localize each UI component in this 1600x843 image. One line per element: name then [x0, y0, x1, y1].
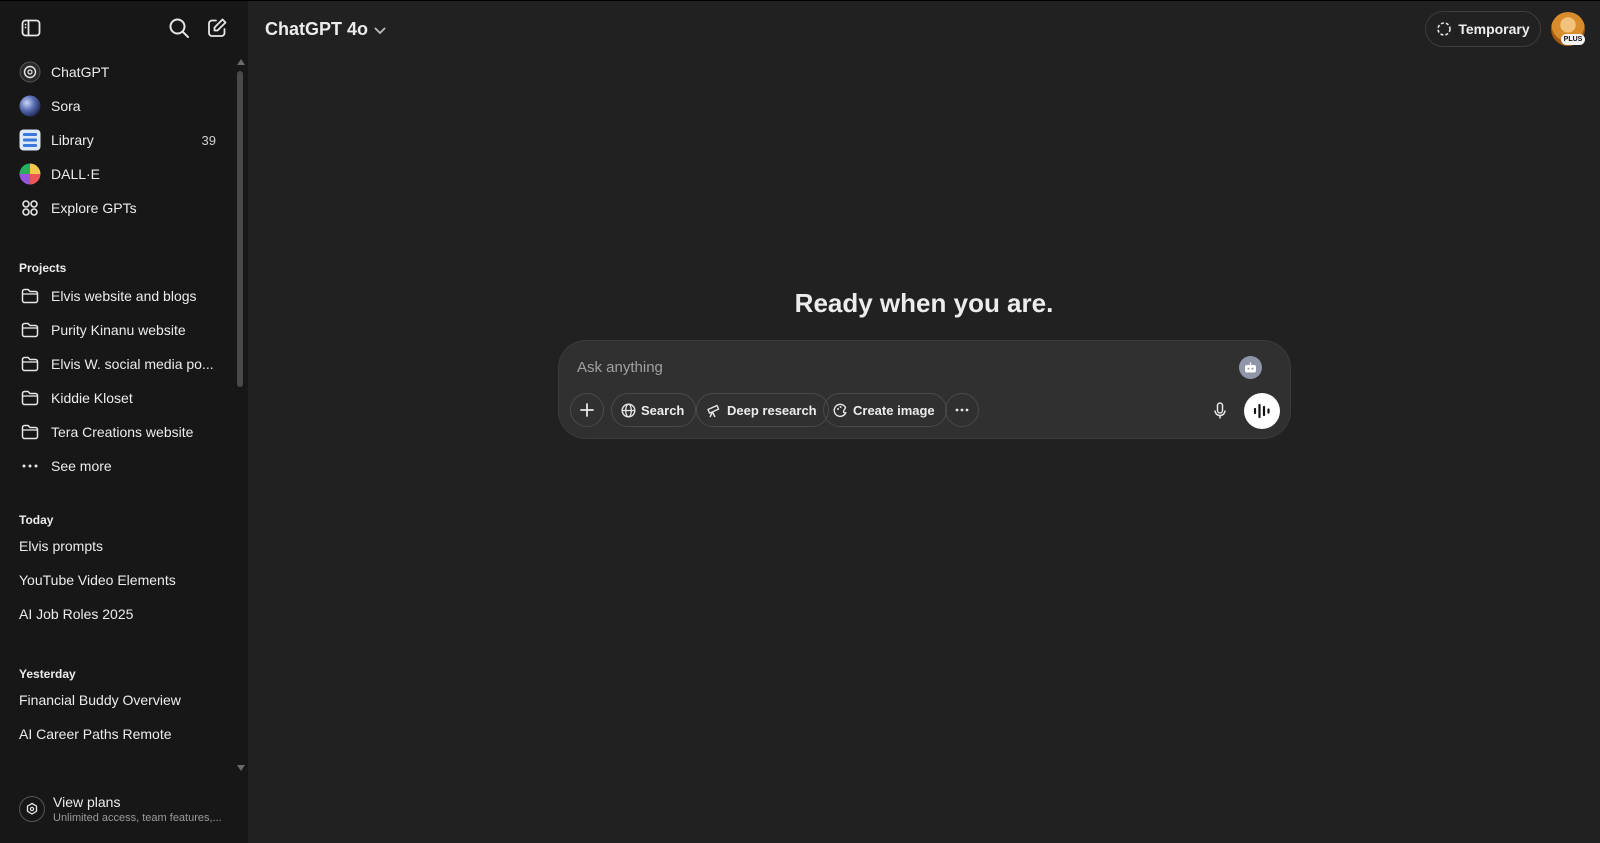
- sora-icon: [19, 95, 41, 117]
- project-label: Elvis W. social media po...: [51, 356, 214, 372]
- deep-research-label: Deep research: [727, 402, 817, 418]
- project-label: Purity Kinanu website: [51, 322, 186, 338]
- chatgpt-logo-icon: [19, 61, 41, 83]
- sidebar-item-chatgpt[interactable]: ChatGPT: [8, 56, 224, 88]
- toggle-sidebar-icon[interactable]: [15, 12, 47, 44]
- chat-history-item[interactable]: YouTube Video Elements: [8, 564, 224, 596]
- project-item[interactable]: Purity Kinanu website: [8, 314, 224, 346]
- yesterday-heading: Yesterday: [19, 667, 76, 681]
- library-icon: [19, 129, 41, 151]
- sidebar-item-label: Explore GPTs: [51, 200, 137, 216]
- bot-icon[interactable]: [1239, 356, 1262, 379]
- search-icon[interactable]: [163, 12, 195, 44]
- sidebar-item-label: ChatGPT: [51, 64, 110, 80]
- project-item[interactable]: Tera Creations website: [8, 416, 224, 448]
- dalle-icon: [19, 163, 41, 185]
- search-tool-button[interactable]: Search: [611, 393, 697, 427]
- sidebar-item-label: Sora: [51, 98, 81, 114]
- chat-history-item[interactable]: Financial Buddy Overview: [8, 684, 224, 716]
- model-name: ChatGPT 4o: [265, 18, 369, 39]
- folder-icon: [19, 421, 41, 443]
- upgrade-icon: [19, 796, 45, 822]
- sidebar-scrollbar-thumb[interactable]: [237, 71, 243, 387]
- sidebar-item-label: Library: [51, 132, 94, 148]
- plan-badge: PLUS: [1561, 34, 1585, 45]
- project-item[interactable]: Kiddie Kloset: [8, 382, 224, 414]
- temporary-chat-button[interactable]: Temporary: [1425, 11, 1541, 47]
- sidebar: ChatGPT Sora Library 39 DALL·E Explore G…: [0, 0, 248, 843]
- project-label: Tera Creations website: [51, 424, 194, 440]
- chat-history-item[interactable]: AI Career Paths Remote: [8, 718, 224, 750]
- view-plans-title: View plans: [53, 794, 121, 810]
- create-image-label: Create image: [853, 402, 935, 418]
- sidebar-item-label: DALL·E: [51, 166, 101, 182]
- create-image-button[interactable]: Create image: [823, 393, 947, 427]
- search-tool-label: Search: [641, 402, 685, 418]
- folder-icon: [19, 319, 41, 341]
- voice-waveform-icon: [1253, 403, 1270, 419]
- see-more-label: See more: [51, 458, 112, 474]
- library-count-badge: 39: [201, 132, 216, 148]
- main-panel: ChatGPT 4o Temporary PLUS Ready when you…: [248, 0, 1600, 843]
- deep-research-button[interactable]: Deep research: [696, 393, 829, 427]
- chevron-down-icon: [374, 19, 386, 40]
- sidebar-item-explore-gpts[interactable]: Explore GPTs: [8, 192, 224, 224]
- microphone-icon: [1214, 402, 1226, 419]
- projects-heading: Projects: [19, 261, 67, 275]
- project-label: Kiddie Kloset: [51, 390, 133, 406]
- voice-mode-button[interactable]: [1244, 393, 1280, 429]
- more-horizontal-icon: [19, 455, 41, 477]
- project-item[interactable]: Elvis website and blogs: [8, 280, 224, 312]
- telescope-icon: [706, 403, 722, 418]
- scroll-up-arrow-icon[interactable]: [237, 59, 245, 65]
- palette-icon: [833, 403, 848, 418]
- folder-icon: [19, 353, 41, 375]
- more-horizontal-icon: [955, 408, 969, 412]
- sidebar-item-dalle[interactable]: DALL·E: [8, 158, 224, 190]
- sidebar-scroll-area[interactable]: ChatGPT Sora Library 39 DALL·E Explore G…: [0, 55, 240, 775]
- sidebar-item-library[interactable]: Library 39: [8, 124, 224, 156]
- prompt-input[interactable]: [577, 355, 1217, 379]
- chat-history-item[interactable]: AI Job Roles 2025: [8, 598, 224, 630]
- more-tools-button[interactable]: [945, 393, 979, 427]
- temporary-label: Temporary: [1458, 21, 1530, 37]
- new-chat-icon[interactable]: [201, 12, 233, 44]
- sidebar-header: [0, 1, 248, 55]
- model-selector[interactable]: ChatGPT 4o: [265, 15, 386, 43]
- folder-icon: [19, 387, 41, 409]
- project-item[interactable]: Elvis W. social media po...: [8, 348, 224, 380]
- scroll-down-arrow-icon[interactable]: [237, 765, 245, 771]
- page-title: Ready when you are.: [794, 288, 1054, 318]
- add-attachment-button[interactable]: [570, 393, 604, 427]
- project-label: Elvis website and blogs: [51, 288, 197, 304]
- globe-icon: [621, 402, 636, 418]
- grid-icon: [19, 197, 41, 219]
- prompt-composer: Search Deep research Create image: [558, 340, 1291, 439]
- view-plans-subtitle: Unlimited access, team features,...: [53, 812, 222, 824]
- today-heading: Today: [19, 513, 54, 527]
- plus-icon: [580, 403, 594, 417]
- temporary-chat-icon: [1436, 21, 1452, 37]
- see-more-button[interactable]: See more: [8, 450, 224, 482]
- dictate-button[interactable]: [1203, 394, 1237, 428]
- view-plans-button[interactable]: View plans Unlimited access, team featur…: [8, 785, 236, 833]
- sidebar-item-sora[interactable]: Sora: [8, 90, 224, 122]
- folder-icon: [19, 285, 41, 307]
- chat-history-item[interactable]: Elvis prompts: [8, 530, 224, 562]
